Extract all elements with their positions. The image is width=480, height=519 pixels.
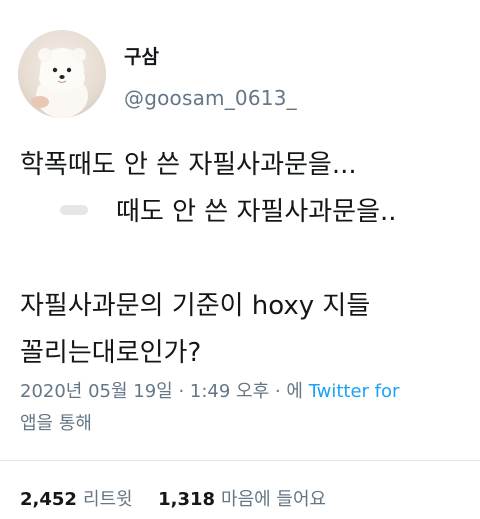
dog-avatar-icon [31, 48, 88, 118]
retweets-count: 2,452 [20, 489, 77, 510]
user-handle[interactable]: @goosam_0613_ [124, 86, 297, 110]
likes-stat[interactable]: 1,318 마음에 들어요 [158, 489, 326, 510]
redacted-mark [60, 205, 88, 215]
tweet-line: 자필사과문의 기준이 hoxy 지들 [20, 291, 371, 321]
tweet-line-indented: 때도 안 쓴 자필사과문을.. [20, 189, 470, 236]
likes-label: 마음에 들어요 [221, 489, 327, 510]
timestamp[interactable]: 2020년 05월 19일 · 1:49 오후 · 에 [20, 381, 309, 402]
tweet-line: 때도 안 쓴 자필사과문을.. [116, 197, 397, 227]
display-name[interactable]: 구삼 [124, 42, 159, 69]
tweet-line: 꼴리는대로인가? [20, 338, 202, 368]
tweet-line: 학폭때도 안 쓴 자필사과문을... [20, 150, 357, 180]
tweet-text: 학폭때도 안 쓴 자필사과문을... 때도 안 쓴 자필사과문을.. 자필사과문… [20, 142, 470, 377]
retweets-label: 리트윗 [82, 489, 133, 510]
tweet-stats: 2,452 리트윗 1,318 마음에 들어요 [20, 485, 326, 511]
source-suffix: 앱을 통해 [20, 413, 92, 434]
source-link[interactable]: Twitter for [309, 381, 400, 402]
tweet-card: 구삼 @goosam_0613_ 학폭때도 안 쓴 자필사과문을... 때도 안… [0, 0, 480, 519]
tweet-meta: 2020년 05월 19일 · 1:49 오후 · 에 Twitter for … [20, 376, 480, 440]
retweets-stat[interactable]: 2,452 리트윗 [20, 489, 133, 510]
likes-count: 1,318 [158, 489, 216, 510]
avatar[interactable] [18, 30, 106, 118]
divider [0, 460, 480, 461]
